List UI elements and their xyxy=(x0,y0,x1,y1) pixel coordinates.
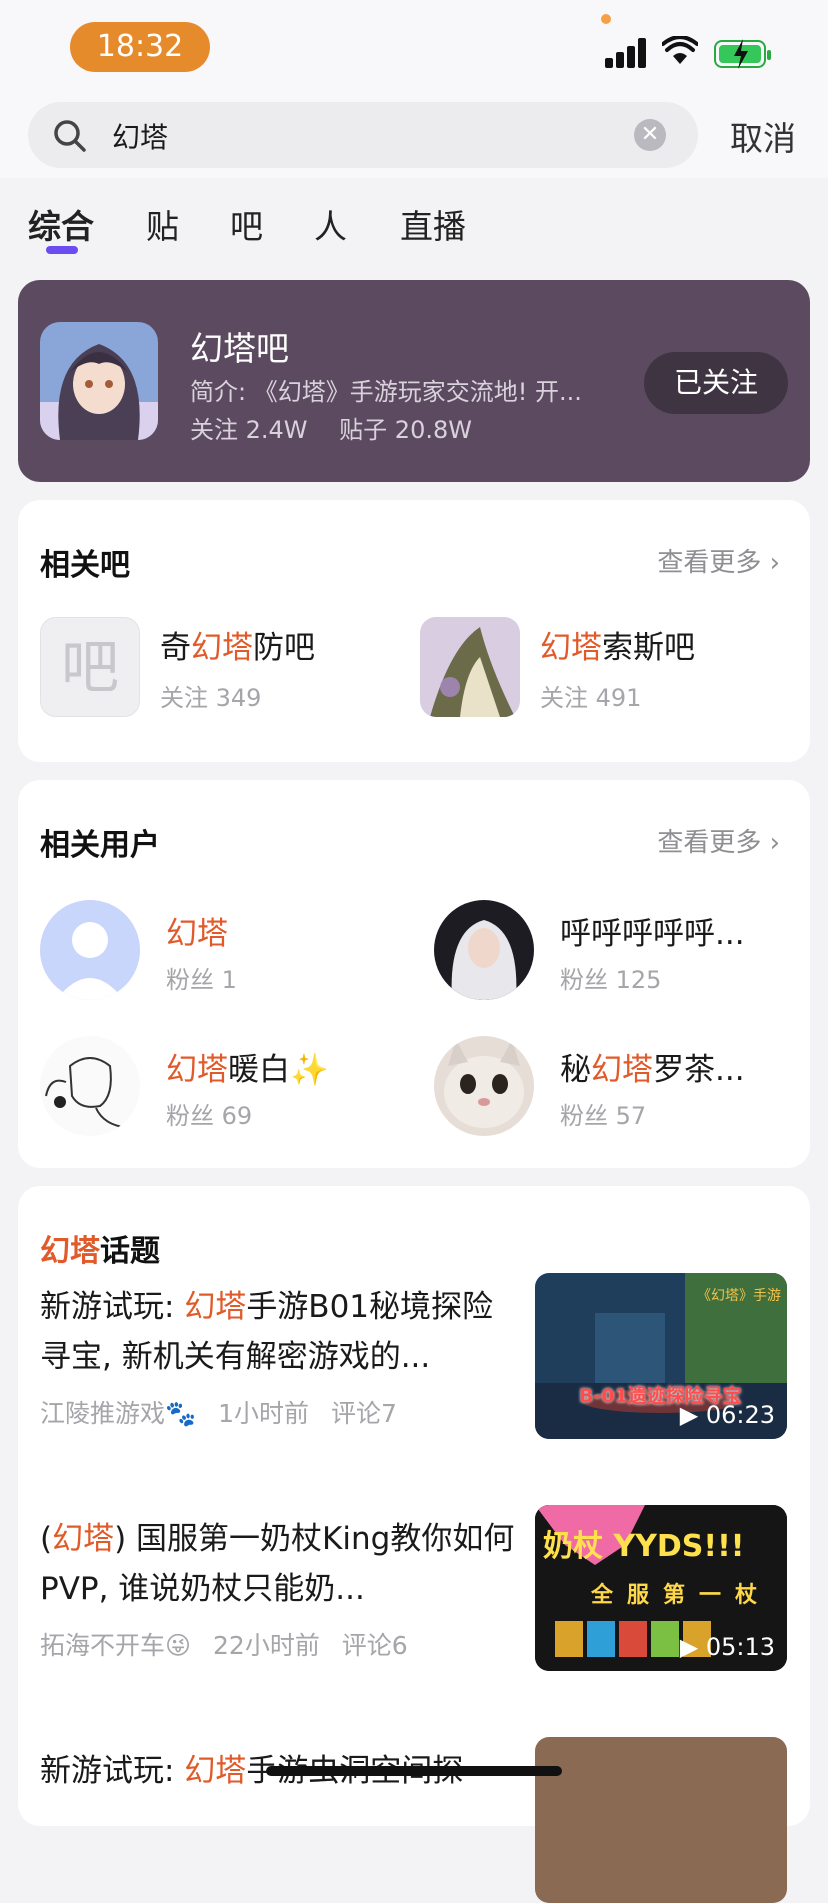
topic-comments: 评论7 xyxy=(330,1399,397,1428)
search-icon xyxy=(54,120,86,152)
video-thumbnail[interactable]: 《幻塔》手游 B-01遗迹探险寻宝 ▶ 06:23 xyxy=(535,1273,787,1439)
wifi-icon xyxy=(662,36,698,64)
topic-meta: 江陵推游戏🐾 1小时前 评论7 xyxy=(40,1394,397,1430)
bar-name: 幻塔索斯吧 xyxy=(540,630,695,666)
cancel-button[interactable]: 取消 xyxy=(730,112,796,160)
user-avatar xyxy=(434,900,534,1000)
forum-post-count: 贴子 20.8W xyxy=(339,416,472,444)
tab-posts[interactable]: 贴 xyxy=(146,200,179,248)
thumb-tag: 《幻塔》手游 xyxy=(697,1288,781,1304)
bar-follow-count: 关注 491 xyxy=(540,684,642,712)
thumb-caption: 奶杖 YYDS!!! xyxy=(543,1529,745,1564)
user-name: 秘幻塔罗茶... xyxy=(560,1052,745,1088)
video-thumbnail[interactable] xyxy=(535,1737,787,1903)
user-name: 呼呼呼呼呼... xyxy=(560,916,745,952)
topic-author: 拓海不开车😜 xyxy=(40,1631,192,1660)
forum-stats: 关注 2.4W 贴子 20.8W xyxy=(190,410,472,445)
user-fans: 粉丝 69 xyxy=(166,1102,253,1130)
followed-button[interactable]: 已关注 xyxy=(644,352,788,414)
user-fans: 粉丝 1 xyxy=(166,966,237,994)
forum-hero-card[interactable]: 幻塔吧 简介: 《幻塔》手游玩家交流地! 开... 关注 2.4W 贴子 20.… xyxy=(18,280,810,482)
tab-indicator xyxy=(46,246,78,254)
bar-name: 奇幻塔防吧 xyxy=(160,630,315,666)
related-bars-card: 相关吧 查看更多 › 吧 奇幻塔防吧 关注 349 幻塔索斯吧 关注 491 xyxy=(18,500,810,762)
video-thumbnail[interactable]: 奶杖 YYDS!!! 全服第一杖 ▶ 05:13 xyxy=(535,1505,787,1671)
search-bar[interactable]: ✕ xyxy=(28,102,698,168)
recording-dot xyxy=(601,14,611,24)
bar-avatar xyxy=(420,617,520,717)
video-duration: ▶ 06:23 xyxy=(679,1401,775,1429)
forum-avatar xyxy=(40,322,158,440)
user-fans: 粉丝 125 xyxy=(560,966,662,994)
topic-title: (幻塔) 国服第一奶杖King教你如何PVP, 谁说奶杖只能奶... xyxy=(40,1521,515,1607)
user-avatar xyxy=(40,1036,140,1136)
view-more-link[interactable]: 查看更多 › xyxy=(657,542,780,579)
view-more-link[interactable]: 查看更多 › xyxy=(657,822,780,859)
signal-icon xyxy=(605,38,649,68)
topic-author: 江陵推游戏🐾 xyxy=(40,1399,197,1428)
topic-time: 1小时前 xyxy=(218,1399,309,1428)
tab-people[interactable]: 人 xyxy=(314,200,347,248)
topic-comments: 评论6 xyxy=(341,1631,408,1660)
forum-follow-count: 关注 2.4W xyxy=(190,416,308,444)
header: 18:32 ✕ 取消 xyxy=(0,0,828,178)
forum-name: 幻塔吧 xyxy=(190,329,289,368)
tab-general[interactable]: 综合 xyxy=(28,200,94,248)
topic-title: 新游试玩: 幻塔手游B01秘境探险寻宝, 新机关有解密游戏的... xyxy=(40,1289,494,1375)
tab-live[interactable]: 直播 xyxy=(400,200,466,248)
user-name: 幻塔 xyxy=(166,916,228,952)
clear-icon[interactable]: ✕ xyxy=(634,119,666,151)
thumb-tag: 全服第一杖 xyxy=(591,1583,772,1608)
tab-bars[interactable]: 吧 xyxy=(230,200,263,248)
home-indicator xyxy=(266,1766,562,1776)
status-time: 18:32 xyxy=(70,22,210,72)
section-title: 相关吧 xyxy=(40,548,130,583)
bar-follow-count: 关注 349 xyxy=(160,684,262,712)
topic-time: 22小时前 xyxy=(213,1631,320,1660)
related-users-card: 相关用户 查看更多 › 幻塔 粉丝 1 呼呼呼呼呼... 粉丝 125 幻塔暖白… xyxy=(18,780,810,1168)
bar-placeholder-avatar: 吧 xyxy=(40,617,140,717)
user-name: 幻塔暖白✨ xyxy=(166,1052,329,1088)
topic-meta: 拓海不开车😜 22小时前 评论6 xyxy=(40,1626,408,1662)
section-title: 幻塔话题 xyxy=(40,1234,160,1269)
user-fans: 粉丝 57 xyxy=(560,1102,647,1130)
topics-card: 幻塔话题 新游试玩: 幻塔手游B01秘境探险寻宝, 新机关有解密游戏的... 江… xyxy=(18,1186,810,1903)
section-title: 相关用户 xyxy=(40,828,160,863)
tab-bar: 综合 贴 吧 人 直播 xyxy=(0,178,828,268)
video-duration: ▶ 05:13 xyxy=(679,1633,775,1661)
forum-intro: 简介: 《幻塔》手游玩家交流地! 开... xyxy=(190,378,582,406)
search-input[interactable] xyxy=(110,114,634,158)
user-avatar xyxy=(40,900,140,1000)
user-avatar xyxy=(434,1036,534,1136)
battery-icon xyxy=(714,39,771,69)
